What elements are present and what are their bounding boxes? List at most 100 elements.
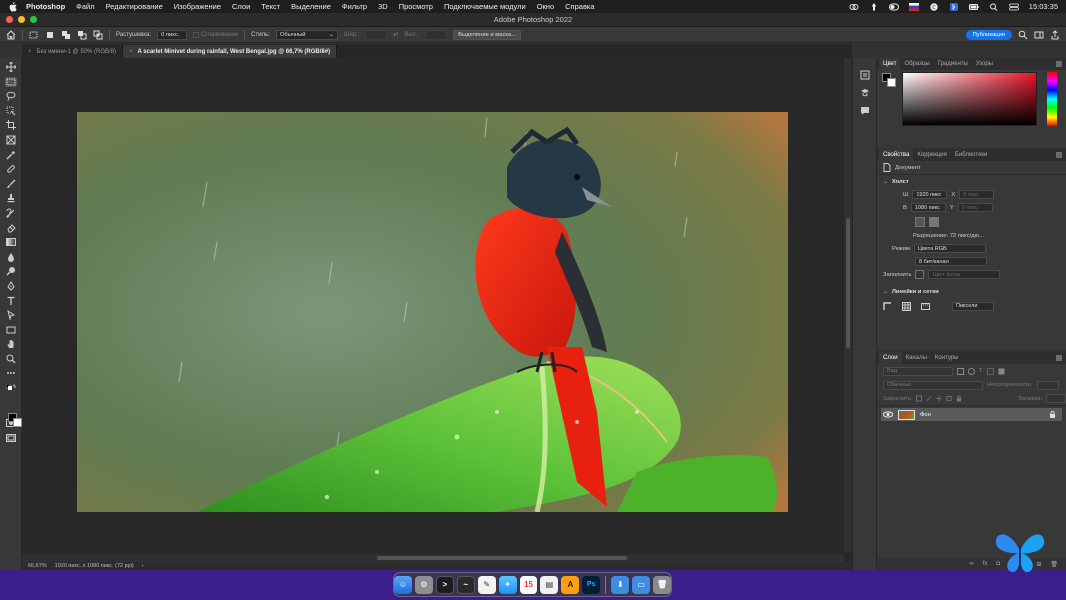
- link-layers-icon[interactable]: ∞: [969, 561, 973, 567]
- zoom-window-button[interactable]: [30, 16, 37, 23]
- downloads-folder-icon[interactable]: ⬇: [611, 575, 630, 594]
- panel-fg-bg-swatch[interactable]: [882, 73, 898, 89]
- pen-tool-icon[interactable]: [5, 280, 17, 291]
- calendar-icon[interactable]: 15: [519, 575, 538, 594]
- layer-name[interactable]: Фон: [920, 412, 931, 418]
- canvas-height-input[interactable]: 1080 пикс: [910, 203, 946, 212]
- tab-layers[interactable]: Слои: [879, 352, 902, 364]
- delete-layer-icon[interactable]: 🗑: [1050, 561, 1058, 568]
- tab-color[interactable]: Цвет: [879, 58, 901, 70]
- mode-select[interactable]: Цвета RGB: [913, 244, 986, 253]
- grid-icon[interactable]: [902, 301, 911, 311]
- fill-select[interactable]: Цвет фона: [928, 270, 1001, 279]
- new-selection-icon[interactable]: [45, 30, 55, 40]
- safari-icon[interactable]: ✦: [498, 575, 517, 594]
- app-store-icon[interactable]: ▤: [540, 575, 559, 594]
- gradient-tool-icon[interactable]: [5, 237, 17, 247]
- tab-paths[interactable]: Контуры: [931, 352, 963, 364]
- app-c-icon[interactable]: C: [929, 2, 939, 11]
- intersect-selection-icon[interactable]: [93, 30, 103, 40]
- minimize-window-button[interactable]: [18, 16, 25, 23]
- blend-mode-select[interactable]: Обычные: [883, 380, 983, 390]
- fill-swatch[interactable]: [915, 270, 925, 279]
- lock-artboard-icon[interactable]: [946, 395, 952, 402]
- home-icon[interactable]: [6, 29, 16, 40]
- menu-type[interactable]: Текст: [261, 2, 280, 11]
- panel-menu-icon[interactable]: [1056, 355, 1062, 361]
- select-and-mask-button[interactable]: Выделение и маска...: [453, 29, 522, 40]
- more-tools-icon[interactable]: [5, 368, 17, 378]
- document-info[interactable]: 1920 пикс. x 1080 пикс. (72 ppi): [55, 563, 134, 569]
- feather-input[interactable]: 0 пикс.: [157, 29, 188, 40]
- lasso-tool-icon[interactable]: [5, 91, 17, 101]
- share-icon[interactable]: [1050, 29, 1060, 40]
- history-brush-tool-icon[interactable]: [5, 208, 17, 218]
- color-field[interactable]: [902, 72, 1037, 126]
- guides-icon[interactable]: [921, 302, 930, 311]
- tab-properties[interactable]: Свойства: [879, 149, 914, 161]
- lock-all-icon[interactable]: [956, 395, 962, 402]
- horizontal-scrollbar[interactable]: [22, 554, 844, 562]
- path-selection-tool-icon[interactable]: [5, 310, 17, 321]
- layer-lock-icon[interactable]: [1049, 411, 1056, 418]
- close-window-button[interactable]: [6, 16, 13, 23]
- filter-type-icon[interactable]: T: [979, 368, 983, 374]
- default-colors-icon[interactable]: [5, 383, 17, 393]
- portrait-orientation-icon[interactable]: [915, 216, 925, 227]
- menu-file[interactable]: Файл: [76, 2, 94, 11]
- panel-menu-icon[interactable]: [1056, 152, 1062, 158]
- width-input[interactable]: [365, 29, 388, 40]
- scroll-thumb[interactable]: [846, 218, 850, 348]
- filter-shape-icon[interactable]: [986, 367, 994, 375]
- tab-channels[interactable]: Каналы: [902, 352, 931, 364]
- rulers-section-header[interactable]: ⌄ Линейки и сетки: [877, 285, 1066, 298]
- fill-input[interactable]: [1046, 394, 1066, 403]
- affinity-app-icon[interactable]: A: [561, 575, 580, 594]
- frame-tool-icon[interactable]: [5, 135, 17, 145]
- search-spotlight-icon[interactable]: [989, 3, 999, 11]
- canvas-section-header[interactable]: ⌄ Холст: [877, 175, 1066, 188]
- filter-adjustment-icon[interactable]: [968, 367, 975, 375]
- type-tool-icon[interactable]: [5, 296, 17, 306]
- height-input[interactable]: [425, 29, 448, 40]
- document-canvas[interactable]: [22, 58, 852, 562]
- hue-slider[interactable]: [1047, 72, 1057, 126]
- photoshop-dock-icon[interactable]: Ps: [582, 575, 601, 594]
- menu-edit[interactable]: Редактирование: [106, 2, 163, 11]
- apple-menu-icon[interactable]: [8, 1, 17, 12]
- creative-cloud-icon[interactable]: [849, 3, 859, 11]
- opacity-input[interactable]: [1036, 380, 1059, 390]
- chevron-right-icon[interactable]: ›: [142, 563, 144, 569]
- finder-icon[interactable]: ☺: [394, 575, 412, 594]
- move-tool-icon[interactable]: [5, 62, 17, 72]
- background-color[interactable]: [12, 417, 22, 427]
- x-input[interactable]: 0 пикс: [959, 190, 995, 199]
- control-center-icon[interactable]: [1008, 3, 1019, 11]
- add-selection-icon[interactable]: [61, 30, 71, 40]
- hand-tool-icon[interactable]: [5, 339, 17, 349]
- healing-brush-tool-icon[interactable]: [5, 164, 17, 174]
- filter-pixel-icon[interactable]: [957, 367, 964, 375]
- menu-app-photoshop[interactable]: Photoshop: [26, 2, 65, 11]
- butterfly-widget-icon[interactable]: [994, 528, 1046, 574]
- tab-gradients[interactable]: Градиенты: [934, 58, 972, 70]
- vertical-scrollbar[interactable]: [844, 58, 852, 552]
- scroll-thumb[interactable]: [377, 556, 627, 560]
- menu-layers[interactable]: Слои: [232, 2, 250, 11]
- style-select[interactable]: Обычный ⌄: [275, 29, 338, 40]
- bit-depth-select[interactable]: 8 бит/канал: [915, 257, 987, 266]
- landscape-orientation-icon[interactable]: [929, 216, 939, 227]
- canvas-width-input[interactable]: 1920 пикс: [912, 190, 948, 199]
- search-icon[interactable]: [1018, 30, 1028, 40]
- units-select[interactable]: Пиксели: [952, 301, 994, 311]
- menu-help[interactable]: Справка: [565, 2, 594, 11]
- toggle-icon[interactable]: [888, 3, 899, 11]
- brush-tool-icon[interactable]: [5, 179, 17, 189]
- menu-plugins[interactable]: Подключаемые модули: [444, 2, 526, 11]
- dodge-tool-icon[interactable]: [5, 266, 17, 276]
- clone-stamp-tool-icon[interactable]: [5, 193, 17, 203]
- lock-position-icon[interactable]: [936, 395, 943, 402]
- crop-tool-icon[interactable]: [5, 120, 17, 131]
- filter-smart-icon[interactable]: [998, 368, 1005, 375]
- layer-search-input[interactable]: Вид: [883, 366, 953, 376]
